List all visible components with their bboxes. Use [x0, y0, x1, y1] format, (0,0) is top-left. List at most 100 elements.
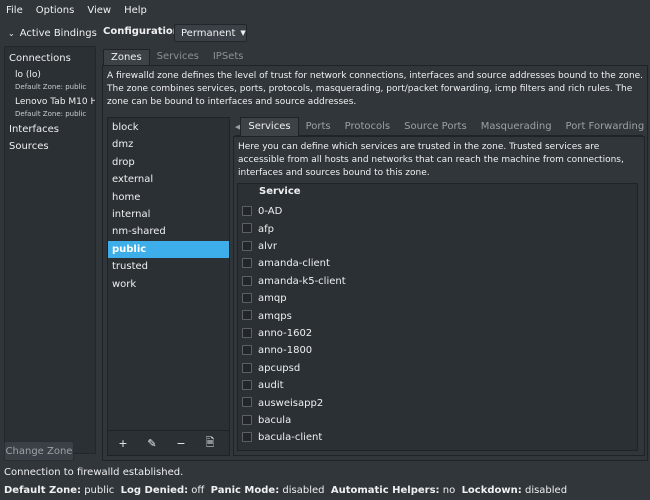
zone-item-home[interactable]: home	[108, 189, 229, 206]
service-row: amanda-k5-client	[238, 273, 637, 290]
zone-item-work[interactable]: work	[108, 276, 229, 293]
service-row: apcupsd	[238, 360, 637, 377]
top-tabbar: Zones Services IPSets	[103, 49, 250, 65]
service-label: bacula-client	[258, 432, 323, 444]
zone-item-drop[interactable]: drop	[108, 154, 229, 171]
configuration-select[interactable]: Permanent ▼	[174, 24, 247, 42]
tab-zone-masquerading[interactable]: Masquerading	[474, 118, 559, 136]
service-row: bareos-director	[238, 447, 637, 451]
tab-zone-port-forwarding[interactable]: Port Forwarding	[559, 118, 650, 136]
zone-item-dmz[interactable]: dmz	[108, 136, 229, 153]
tab-services[interactable]: Services	[150, 49, 206, 65]
tab-zone-services[interactable]: Services	[240, 117, 299, 136]
service-label: 0-AD	[258, 206, 283, 218]
panic-mode-label: Panic Mode:	[210, 485, 280, 496]
remove-icon[interactable]: −	[175, 437, 187, 450]
service-checkbox[interactable]	[242, 327, 252, 338]
status-bar: Default Zone: public Log Denied: off Pan…	[4, 485, 567, 496]
service-label: anno-1800	[258, 345, 313, 357]
active-bindings-pane: ⌄ Active Bindings Connections lo (lo) De…	[4, 21, 97, 461]
service-row: amanda-client	[238, 255, 637, 272]
menubar: File Options View Help	[0, 0, 650, 20]
tab-zone-protocols[interactable]: Protocols	[338, 118, 398, 136]
service-label: amqps	[258, 310, 292, 322]
service-checkbox[interactable]	[242, 432, 252, 443]
status-message: Connection to firewalld established.	[4, 467, 184, 478]
service-label: afp	[258, 223, 274, 235]
service-checkbox[interactable]	[242, 310, 252, 321]
configuration-value: Permanent	[181, 27, 236, 39]
tree-item-interfaces[interactable]: Interfaces	[5, 121, 95, 138]
services-description: Here you can define which services are t…	[238, 142, 624, 178]
service-label: amanda-k5-client	[258, 275, 346, 287]
zone-description: A firewalld zone defines the level of tr…	[107, 71, 644, 107]
service-checkbox[interactable]	[242, 414, 252, 425]
service-label: alvr	[258, 240, 277, 252]
automatic-helpers-label: Automatic Helpers:	[330, 485, 440, 496]
zone-item-public[interactable]: public	[108, 240, 229, 259]
zone-item-block[interactable]: block	[108, 119, 229, 136]
service-checkbox[interactable]	[242, 275, 252, 286]
service-row: amqp	[238, 290, 637, 307]
service-checkbox[interactable]	[242, 397, 252, 408]
service-row: bacula	[238, 412, 637, 429]
tab-ipsets[interactable]: IPSets	[206, 49, 251, 65]
service-row: amqps	[238, 307, 637, 324]
load-defaults-icon[interactable]: 🗎	[204, 434, 216, 453]
tab-zone-ports[interactable]: Ports	[299, 118, 338, 136]
bindings-tree: Connections lo (lo) Default Zone: public…	[4, 46, 96, 454]
log-denied-label: Log Denied:	[120, 485, 189, 496]
zone-settings-tabbar: ◀ Services Ports Protocols Source Ports …	[235, 117, 644, 136]
zone-item-internal[interactable]: internal	[108, 206, 229, 223]
service-label: bareos-director	[258, 450, 334, 451]
connection-lenovo-zone: Default Zone: public	[15, 110, 87, 118]
menu-file[interactable]: File	[6, 5, 23, 16]
zone-item-nm-shared[interactable]: nm-shared	[108, 223, 229, 240]
lockdown-label: Lockdown:	[461, 485, 522, 496]
add-icon[interactable]: +	[117, 437, 129, 450]
service-row: anno-1602	[238, 325, 637, 342]
service-checkbox[interactable]	[242, 258, 252, 269]
service-column-header: Service	[259, 186, 301, 197]
service-checkbox[interactable]	[242, 293, 252, 303]
configuration-label: Configuration:	[103, 26, 184, 37]
service-row: anno-1800	[238, 342, 637, 359]
service-label: anno-1602	[258, 327, 313, 339]
service-label: ausweisapp2	[258, 397, 324, 409]
zone-item-external[interactable]: external	[108, 171, 229, 188]
caret-down-icon: ▼	[240, 29, 246, 37]
service-row: 0-AD	[238, 203, 637, 220]
service-checkbox[interactable]	[242, 206, 252, 216]
menu-help[interactable]: Help	[124, 5, 147, 16]
default-zone-value: public	[84, 485, 115, 496]
service-row: bacula-client	[238, 429, 637, 446]
connection-lenovo[interactable]: Lenovo Tab M10 HD	[5, 96, 95, 109]
active-bindings-label: Active Bindings	[19, 27, 97, 39]
panic-mode-value: disabled	[282, 485, 325, 496]
log-denied-value: off	[191, 485, 205, 496]
edit-icon[interactable]: ✎	[146, 437, 158, 450]
service-row: audit	[238, 377, 637, 394]
tab-zone-source-ports[interactable]: Source Ports	[397, 118, 474, 136]
menu-view[interactable]: View	[87, 5, 111, 16]
active-bindings-toggle[interactable]: ⌄ Active Bindings	[4, 25, 97, 41]
connection-lo[interactable]: lo (lo)	[5, 69, 95, 82]
service-checkbox[interactable]	[242, 362, 252, 373]
tab-zones[interactable]: Zones	[103, 49, 150, 65]
service-checkbox[interactable]	[242, 240, 252, 251]
service-row: alvr	[238, 238, 637, 255]
chevron-down-icon: ⌄	[8, 28, 15, 38]
tree-item-connections[interactable]: Connections	[5, 50, 95, 67]
menu-options[interactable]: Options	[36, 5, 75, 16]
change-zone-button[interactable]: Change Zone	[4, 441, 74, 461]
zone-list: block dmz drop external home internal nm…	[107, 117, 230, 456]
service-checkbox[interactable]	[242, 380, 252, 390]
service-label: apcupsd	[258, 362, 301, 374]
zone-item-trusted[interactable]: trusted	[108, 258, 229, 275]
default-zone-label: Default Zone:	[4, 485, 82, 496]
tree-item-sources[interactable]: Sources	[5, 138, 95, 155]
service-checkbox[interactable]	[242, 449, 252, 450]
service-checkbox[interactable]	[242, 345, 252, 356]
service-checkbox[interactable]	[242, 223, 252, 234]
service-label: amanda-client	[258, 258, 330, 270]
